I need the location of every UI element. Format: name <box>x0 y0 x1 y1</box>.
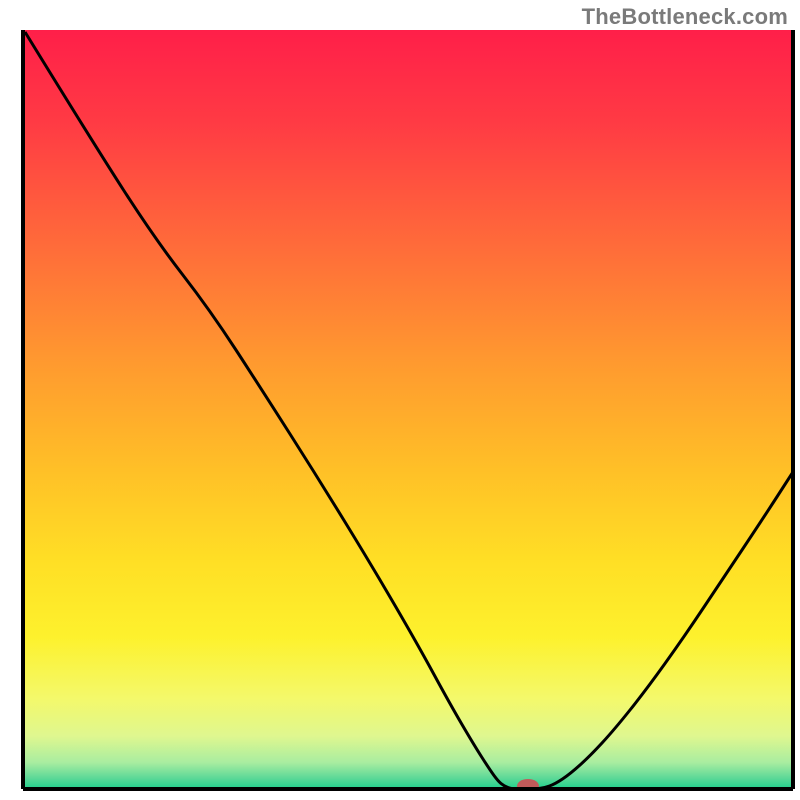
bottleneck-chart <box>0 0 800 800</box>
gradient-background <box>23 30 793 789</box>
chart-container: TheBottleneck.com <box>0 0 800 800</box>
